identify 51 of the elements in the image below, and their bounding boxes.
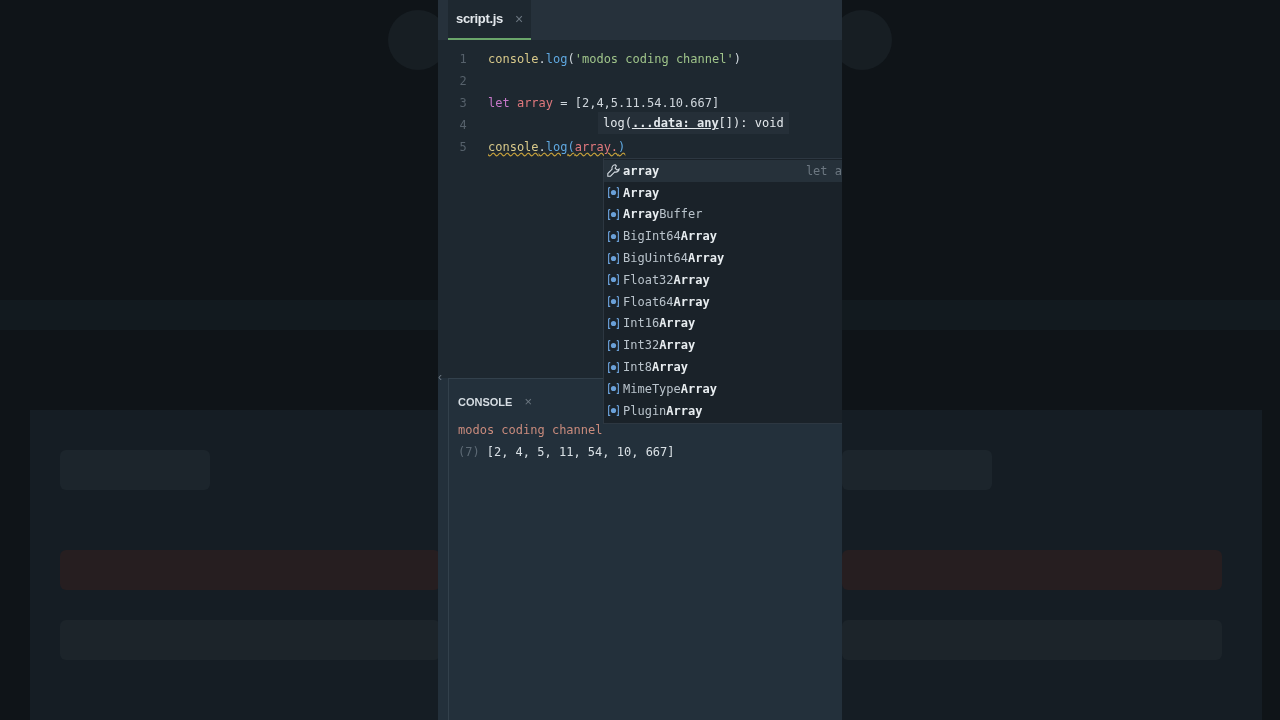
suggestion-label: BigInt64Array [623,228,717,246]
suggestion-label: Float64Array [623,293,710,311]
line-number: 2 [458,73,468,90]
cube-icon [607,316,620,330]
suggestion-label: BigUint64Array [623,250,725,268]
line-number: 3 [458,95,468,112]
code-line: console.log('modos coding channel') [488,51,741,68]
suggestion-item[interactable]: BigUint64Array [604,247,842,269]
cube-icon [607,229,620,243]
wrench-icon [607,164,620,178]
cube-icon [607,295,620,309]
suggestion-label: Int32Array [623,337,696,355]
suggestion-item[interactable]: Float32Array [604,269,842,291]
editor-tab[interactable]: script.js × [448,0,532,40]
line-number: 4 [458,117,468,134]
code-line: console.log(array.) [488,139,626,156]
cube-icon [607,186,620,200]
suggestion-item[interactable]: MimeTypeArray [604,377,842,400]
suggestion-item[interactable]: Array [604,181,842,204]
line-number: 5 [458,139,468,156]
line-number: 1 [458,51,468,68]
suggestion-label: Float32Array [623,271,710,289]
suggestion-item[interactable]: ArrayBuffer [604,203,842,226]
cube-icon [607,273,620,287]
suggestion-item[interactable]: array let a [604,160,842,182]
suggestion-item[interactable]: PluginArray [604,399,842,422]
suggestion-label: ArrayBuffer [623,206,703,224]
suggestion-label: Array [623,184,660,202]
cube-icon [607,251,620,265]
suggestion-label: MimeTypeArray [623,380,717,398]
suggestion-detail: let a [805,162,842,180]
cube-icon [607,382,620,396]
array-count: (7) [458,444,480,461]
console-output: modos coding channel [458,422,604,439]
code-line: let array = [2,4,5.11.54.10.667] [488,95,720,112]
suggestion-item[interactable]: Float64Array [604,290,842,313]
cube-icon [607,338,620,352]
suggestion-item[interactable]: Int32Array [604,334,842,357]
suggestion-item[interactable]: Int16Array [604,312,842,335]
signature-hint: log(...data: any[]): void [598,112,789,134]
suggestion-item[interactable]: BigInt64Array [604,225,842,248]
suggestion-label: PluginArray [623,402,703,420]
suggestion-item[interactable]: Int8Array [604,356,842,378]
cube-icon [607,404,620,418]
console-title: CONSOLE [458,394,513,410]
cube-icon [607,360,620,374]
console-output: [2, 4, 5, 11, 54, 10, 667] [486,444,675,461]
suggestion-label: Int8Array [623,359,689,377]
cube-icon [607,208,620,221]
suggestion-label: Int16Array [623,315,696,333]
suggestion-label: array [623,162,660,180]
